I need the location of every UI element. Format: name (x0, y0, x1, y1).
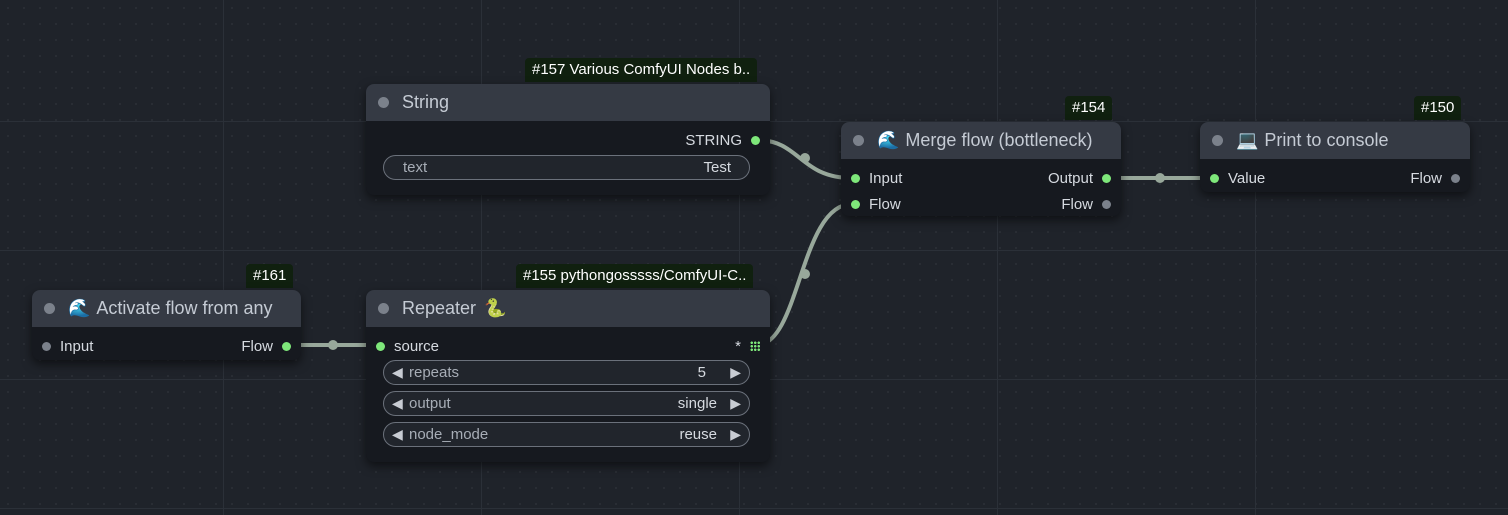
widget-value: single (677, 395, 717, 412)
node-title: Repeater (402, 298, 477, 318)
slot-row: Value Flow (1200, 167, 1470, 189)
list-output-slot-icon[interactable] (750, 341, 760, 351)
node-id-badge: #161 (246, 264, 294, 288)
link-midpoint-handle[interactable] (800, 153, 810, 163)
output-slot[interactable] (282, 341, 291, 351)
activate-flow-node[interactable]: 🌊 Activate flow from any Input Flow (32, 290, 301, 360)
output-widget[interactable]: ◀ output single ▶ (383, 391, 750, 416)
slot-row: Flow Flow (841, 193, 1121, 215)
node-id-badge: #157 Various ComfyUI Nodes b.. (525, 58, 758, 82)
node-graph-canvas[interactable]: #157 Various ComfyUI Nodes b.. String ST… (0, 0, 1508, 515)
collapse-toggle[interactable] (1212, 135, 1223, 146)
output-slot[interactable] (1451, 173, 1460, 183)
input-label: Input (60, 337, 94, 355)
link-string-to-merge[interactable] (756, 138, 853, 180)
widget-label: output (409, 395, 451, 412)
node-header[interactable]: 🌊 Merge flow (bottleneck) (841, 122, 1121, 159)
collapse-toggle[interactable] (378, 303, 389, 314)
output-label: Flow (241, 337, 273, 355)
input-slot[interactable] (1210, 173, 1219, 183)
widget-value: Test (703, 159, 731, 176)
previous-arrow-icon[interactable]: ◀ (392, 426, 403, 443)
node-header[interactable]: 💻 Print to console (1200, 122, 1470, 159)
string-node[interactable]: String STRING text Test (366, 84, 770, 195)
output-slot[interactable] (1102, 173, 1111, 183)
output-label: STRING (685, 131, 742, 149)
node-mode-widget[interactable]: ◀ node_mode reuse ▶ (383, 422, 750, 447)
node-header[interactable]: 🌊 Activate flow from any (32, 290, 301, 327)
slot-row: Input Output (841, 167, 1121, 189)
node-header[interactable]: String (366, 84, 770, 121)
output-slot-string[interactable] (751, 135, 760, 145)
repeater-node[interactable]: Repeater 🐍 source * ◀ repeats 5 ▶ ◀ outp… (366, 290, 770, 462)
input-slot-source[interactable] (376, 341, 385, 351)
slot-row: source * (366, 335, 770, 357)
repeats-widget[interactable]: ◀ repeats 5 ▶ (383, 360, 750, 385)
node-title: Merge flow (bottleneck) (905, 130, 1093, 150)
node-id-badge: #154 (1065, 96, 1113, 120)
node-title: Print to console (1264, 130, 1389, 150)
output-label: Output (1047, 169, 1093, 187)
output-label: Flow (1410, 169, 1442, 187)
output-slot-row: STRING (366, 129, 770, 151)
link-repeater-to-merge[interactable] (756, 202, 853, 347)
widget-value: reuse (679, 426, 717, 443)
node-id-badge: #155 pythongosssss/ComfyUI-C.. (516, 264, 754, 288)
snake-icon: 🐍 (484, 298, 507, 318)
output-label: Flow (1061, 195, 1093, 213)
collapse-toggle[interactable] (378, 97, 389, 108)
input-label: source (394, 337, 440, 355)
widget-label: repeats (409, 364, 460, 381)
input-label: Flow (869, 195, 901, 213)
link-midpoint-handle[interactable] (1155, 173, 1165, 183)
collapse-toggle[interactable] (44, 303, 55, 314)
input-slot[interactable] (851, 173, 860, 183)
text-widget[interactable]: text Test (383, 155, 750, 180)
next-arrow-icon[interactable]: ▶ (730, 426, 741, 443)
wave-icon: 🌊 (68, 298, 91, 318)
link-midpoint-handle[interactable] (328, 340, 338, 350)
decrement-arrow-icon[interactable]: ◀ (392, 364, 403, 381)
input-slot[interactable] (42, 341, 51, 351)
input-label: Value (1228, 169, 1266, 187)
output-slot[interactable] (1102, 199, 1111, 209)
widget-label: node_mode (409, 426, 489, 443)
output-label: * (735, 337, 741, 355)
input-label: Input (869, 169, 903, 187)
merge-flow-node[interactable]: 🌊 Merge flow (bottleneck) Input Output F… (841, 122, 1121, 216)
previous-arrow-icon[interactable]: ◀ (392, 395, 403, 412)
wave-icon: 🌊 (877, 130, 900, 150)
node-title: Activate flow from any (96, 298, 273, 318)
widget-label: text (403, 159, 428, 176)
node-title: String (402, 92, 450, 112)
link-midpoint-handle[interactable] (800, 269, 810, 279)
node-header[interactable]: Repeater 🐍 (366, 290, 770, 327)
input-slot[interactable] (851, 199, 860, 209)
print-to-console-node[interactable]: 💻 Print to console Value Flow (1200, 122, 1470, 192)
collapse-toggle[interactable] (853, 135, 864, 146)
slot-row: Input Flow (32, 335, 301, 357)
increment-arrow-icon[interactable]: ▶ (730, 364, 741, 381)
node-id-badge: #150 (1414, 96, 1462, 120)
laptop-icon: 💻 (1236, 130, 1259, 150)
next-arrow-icon[interactable]: ▶ (730, 395, 741, 412)
widget-value: 5 (697, 364, 706, 381)
